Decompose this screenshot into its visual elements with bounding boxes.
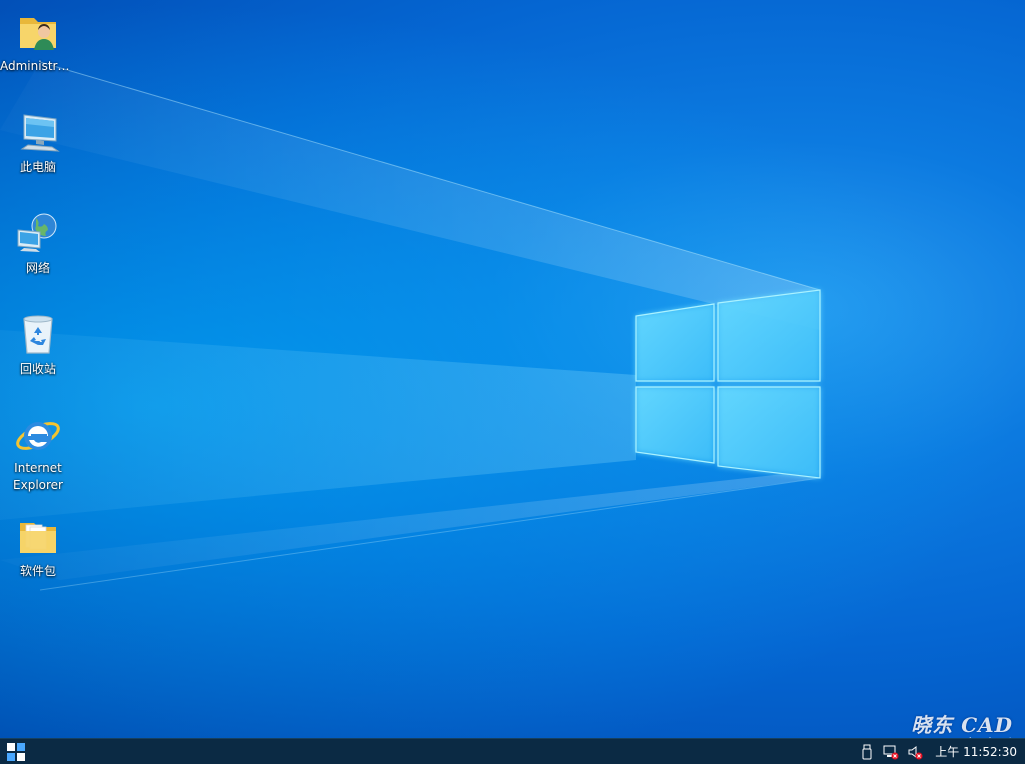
taskbar-clock[interactable]: 上午 11:52:30 <box>935 743 1017 760</box>
windows-wallpaper-logo-icon <box>635 289 821 479</box>
recycle-bin-icon <box>23 315 53 354</box>
this-pc-icon <box>20 114 60 152</box>
desktop-icon-label: Internet Explorer <box>13 461 63 492</box>
network-disconnected-icon[interactable] <box>883 744 899 760</box>
network-icon <box>17 213 57 252</box>
desktop-icon-network[interactable]: 网络 <box>0 210 76 277</box>
desktop[interactable]: Administra... 此电脑 网络 回收站 Internet Explor… <box>0 0 1025 738</box>
desktop-icon-label: 回收站 <box>19 362 56 376</box>
taskbar: 上午 11:52:30 <box>0 738 1025 764</box>
desktop-icon-label: 网络 <box>25 261 50 275</box>
desktop-icon-this-pc[interactable]: 此电脑 <box>0 109 76 176</box>
folder-icon <box>20 523 56 553</box>
desktop-icon-administrator[interactable]: Administra... <box>0 8 76 75</box>
desktop-icon-internet-explorer[interactable]: Internet Explorer <box>0 410 76 494</box>
desktop-icon-software-folder[interactable]: 软件包 <box>0 513 76 580</box>
internet-explorer-icon <box>16 422 60 450</box>
desktop-icon-label: 软件包 <box>19 564 56 578</box>
desktop-icon-recycle-bin[interactable]: 回收站 <box>0 311 76 378</box>
volume-muted-icon[interactable] <box>907 744 923 760</box>
start-button[interactable] <box>0 739 32 764</box>
windows-start-icon <box>7 742 25 761</box>
desktop-icon-label: Administra... <box>0 59 76 73</box>
desktop-icon-label: 此电脑 <box>19 160 56 174</box>
system-tray: 上午 11:52:30 <box>859 739 1017 764</box>
usb-device-icon[interactable] <box>859 744 875 760</box>
user-folder-icon <box>20 18 56 50</box>
